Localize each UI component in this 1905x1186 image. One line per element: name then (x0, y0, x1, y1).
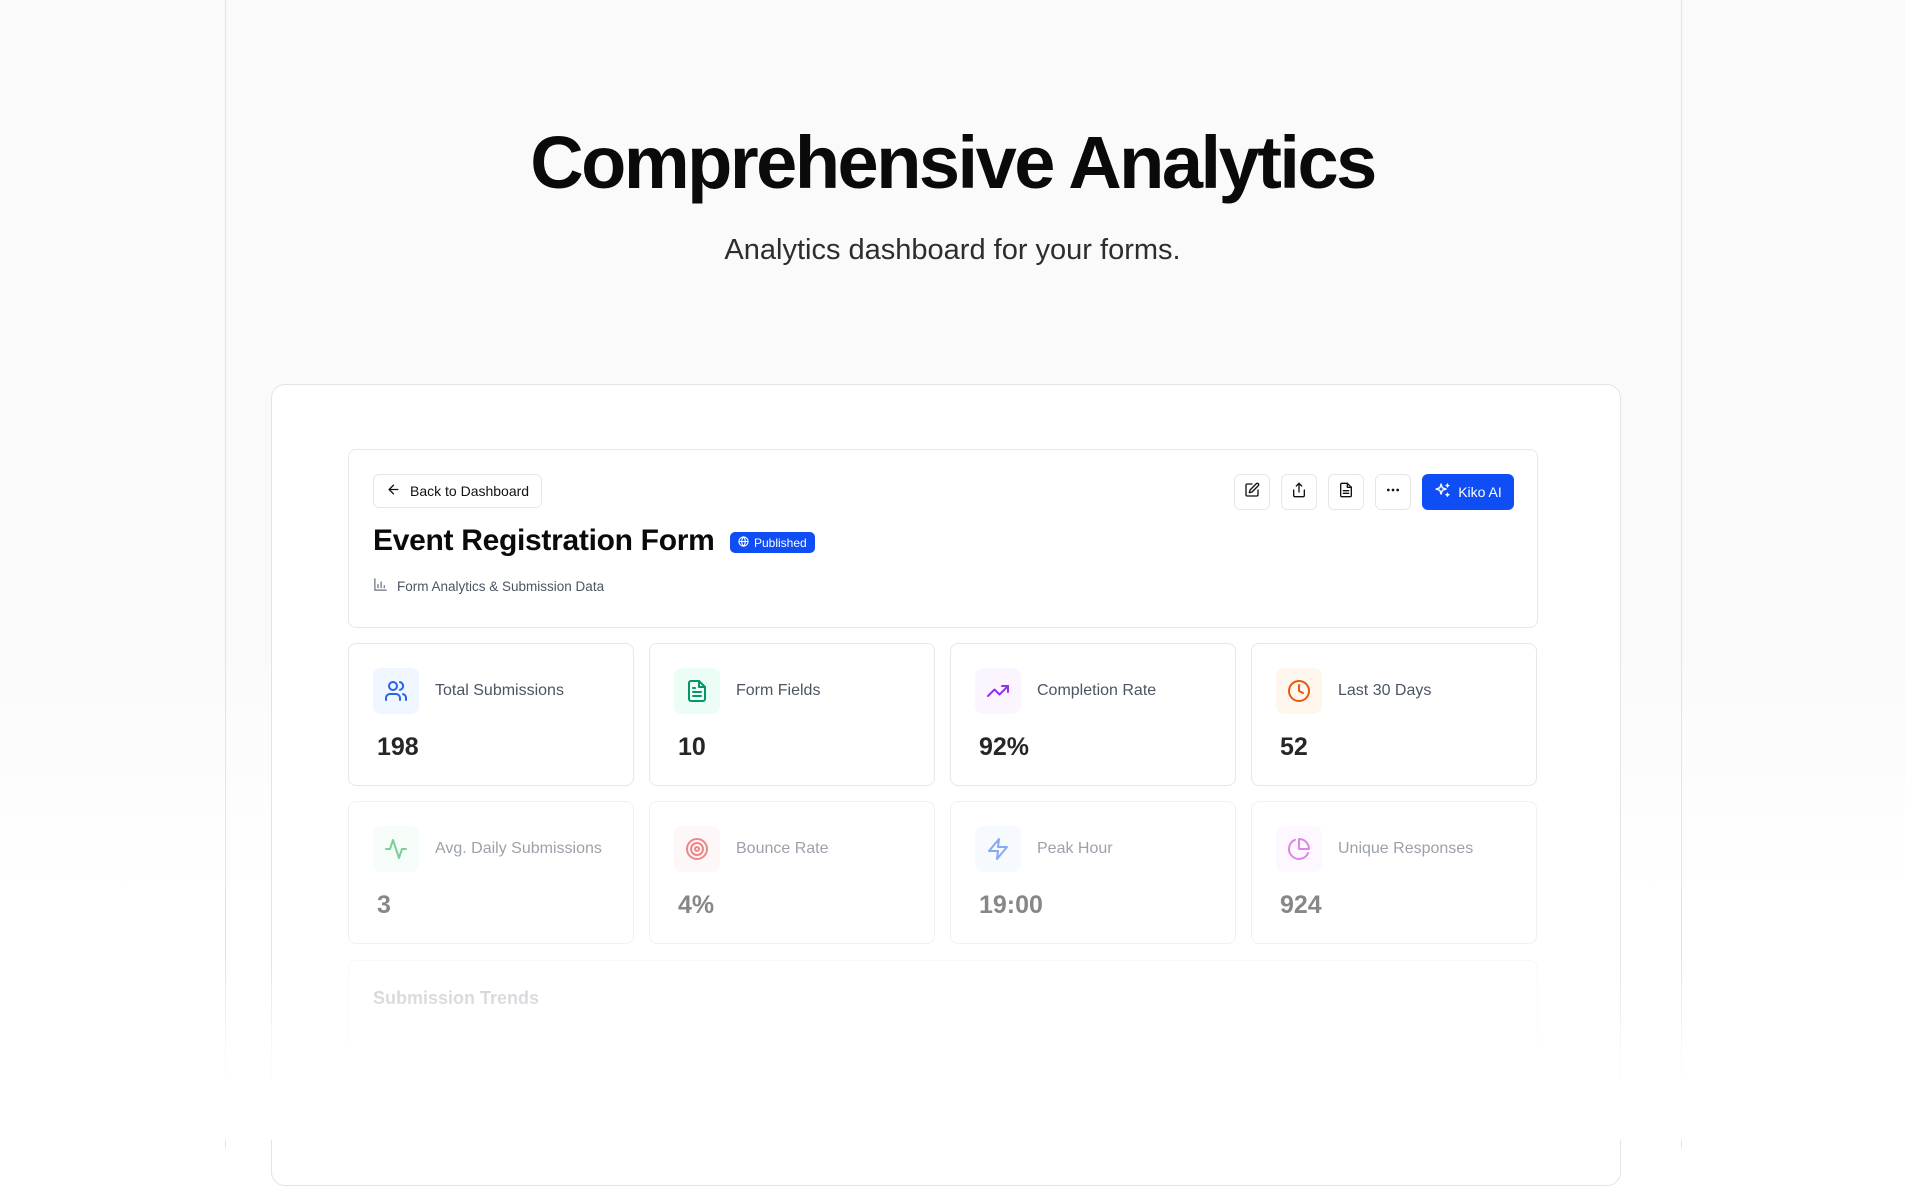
pie-chart-icon (1276, 826, 1322, 872)
edit-button[interactable] (1234, 474, 1270, 510)
stat-card-unique-responses: Unique Responses 924 (1251, 801, 1537, 944)
stat-card-last-30-days: Last 30 Days 52 (1251, 643, 1537, 786)
back-to-dashboard-button[interactable]: Back to Dashboard (373, 474, 543, 508)
stat-value: 92% (979, 733, 1030, 761)
stat-card-avg-daily-submissions: Avg. Daily Submissions 3 (348, 801, 634, 944)
stat-value: 19:00 (979, 891, 1043, 919)
stat-card-form-fields: Form Fields 10 (649, 643, 935, 786)
stat-card-completion-rate: Completion Rate 92% (950, 643, 1236, 786)
stat-label: Avg. Daily Submissions (435, 840, 602, 857)
activity-icon (373, 826, 419, 872)
kiko-ai-button[interactable]: Kiko AI (1422, 474, 1514, 510)
stat-label: Peak Hour (1037, 840, 1113, 857)
document-icon (1338, 482, 1354, 503)
users-icon (373, 668, 419, 714)
stat-card-total-submissions: Total Submissions 198 (348, 643, 634, 786)
target-icon (674, 826, 720, 872)
globe-icon (738, 535, 749, 550)
arrow-left-icon (386, 482, 401, 500)
stat-card-peak-hour: Peak Hour 19:00 (950, 801, 1236, 944)
kiko-ai-label: Kiko AI (1458, 484, 1502, 500)
stat-label: Last 30 Days (1338, 682, 1432, 699)
stat-label: Unique Responses (1338, 840, 1474, 857)
share-upload-icon (1291, 482, 1307, 503)
stat-value: 4% (678, 891, 715, 919)
trending-up-icon (975, 668, 1021, 714)
hero-subtitle: Analytics dashboard for your forms. (724, 234, 1181, 266)
stat-value: 52 (1280, 733, 1308, 761)
form-subtitle: Form Analytics & Submission Data (373, 577, 604, 595)
bar-chart-icon (373, 577, 388, 595)
submission-trends-card: Submission Trends (348, 960, 1538, 1082)
more-options-button[interactable] (1375, 474, 1411, 510)
document-button[interactable] (1328, 474, 1364, 510)
pencil-square-icon (1244, 482, 1260, 503)
hero-title: Comprehensive Analytics (530, 121, 1377, 204)
stat-value: 10 (678, 733, 706, 761)
stat-label: Completion Rate (1037, 682, 1157, 699)
form-header-card: Back to Dashboard Kiko AI Event Registra… (348, 449, 1538, 628)
stat-label: Form Fields (736, 682, 821, 699)
status-badge-label: Published (754, 535, 807, 550)
zap-icon (975, 826, 1021, 872)
share-button[interactable] (1281, 474, 1317, 510)
stat-card-bounce-rate: Bounce Rate 4% (649, 801, 935, 944)
stat-label: Bounce Rate (736, 840, 829, 857)
file-text-icon (674, 668, 720, 714)
clock-icon (1276, 668, 1322, 714)
submission-trends-title: Submission Trends (373, 988, 540, 1008)
more-horizontal-icon (1385, 482, 1401, 503)
form-subtitle-text: Form Analytics & Submission Data (397, 578, 605, 594)
status-badge: Published (730, 532, 815, 553)
form-title: Event Registration Form (373, 524, 715, 557)
stat-value: 3 (377, 891, 391, 919)
sparkles-icon (1434, 482, 1451, 502)
back-button-label: Back to Dashboard (410, 483, 530, 499)
stat-value: 924 (1280, 891, 1322, 919)
stat-value: 198 (377, 733, 419, 761)
stat-label: Total Submissions (435, 682, 564, 699)
